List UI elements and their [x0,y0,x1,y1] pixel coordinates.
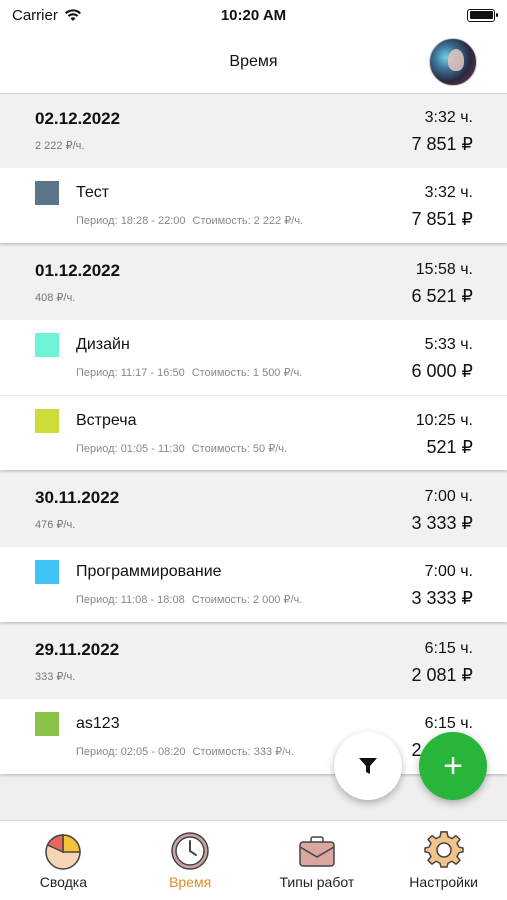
color-swatch [35,181,59,205]
entry-total: 521 ₽ [426,437,474,457]
entry-meta: Период: 11:08 - 18:08 Стоимость: 2 000 ₽/… [76,593,302,606]
entry-period: Период: 01:05 - 11:30 [76,443,185,455]
add-entry-button[interactable]: + [419,732,487,800]
entry-name: Программирование [76,563,222,580]
tab-summary[interactable]: Сводка [0,821,127,900]
entry-period: Период: 02:05 - 08:20 [76,746,186,758]
entry-hours: 3:32 ч. [424,184,473,201]
filter-button[interactable] [334,732,402,800]
entry-meta: Период: 18:28 - 22:00 Стоимость: 2 222 ₽/… [76,214,303,227]
page-title: Время [229,52,278,70]
day-date: 29.11.2022 [35,640,120,659]
plus-icon: + [443,746,463,785]
entry-total: 3 333 ₽ [411,588,474,608]
entry-meta: Период: 02:05 - 08:20 Стоимость: 333 ₽/ч. [76,745,294,758]
day-rate: 2 222 ₽/ч. [35,140,85,152]
entry-hours: 7:00 ч. [424,563,473,580]
time-entry[interactable]: Встреча Период: 01:05 - 11:30 Стоимость: 5… [0,395,507,470]
wifi-icon [64,9,81,21]
color-swatch [35,712,59,736]
time-entry[interactable]: Программирование Период: 11:08 - 18:08 Сто… [0,547,507,622]
day-date: 02.12.2022 [35,109,121,128]
clock-icon [171,832,209,870]
day-date: 01.12.2022 [35,261,121,280]
avatar[interactable] [429,38,477,86]
color-swatch [35,333,59,357]
tab-bar: Сводка Время Типы работ Настройки [0,820,507,900]
status-bar: Carrier 10:20 AM [0,0,507,30]
tab-label: Сводка [39,874,87,890]
color-swatch [35,560,59,584]
day-total: 2 081 ₽ [411,665,474,685]
status-left: Carrier [12,7,82,24]
entry-name: as123 [76,715,120,732]
entry-cost: Стоимость: 2 222 ₽/ч. [192,215,304,227]
entry-hours: 10:25 ч. [415,412,473,429]
day-hours: 6:15 ч. [424,640,473,657]
day-total: 3 333 ₽ [411,513,474,533]
color-swatch [35,409,59,433]
entry-hours: 6:15 ч. [424,715,473,732]
pie-chart-icon [45,834,82,870]
entry-meta: Период: 01:05 - 11:30 Стоимость: 50 ₽/ч. [76,442,287,455]
tab-label: Типы работ [279,874,355,890]
entry-meta: Период: 11:17 - 16:50 Стоимость: 1 500 ₽/… [76,366,302,379]
day-header: 02.12.2022 2 222 ₽/ч. 3:32 ч. 7 851 ₽ [0,95,507,168]
status-time: 10:20 AM [220,6,287,24]
day-rate: 333 ₽/ч. [35,671,76,683]
day-rate: 408 ₽/ч. [35,292,76,304]
entry-name: Встреча [76,412,137,429]
battery-icon [467,8,498,22]
entry-cost: Стоимость: 50 ₽/ч. [191,443,288,455]
tab-time[interactable]: Время [127,821,254,900]
entry-name: Дизайн [76,336,130,353]
entry-total: 6 000 ₽ [411,361,474,381]
day-header: 30.11.2022 476 ₽/ч. 7:00 ч. 3 333 ₽ [0,474,507,547]
carrier-label: Carrier [12,6,58,24]
day-header: 29.11.2022 333 ₽/ч. 6:15 ч. 2 081 ₽ [0,626,507,699]
time-entry[interactable]: Тест Период: 18:28 - 22:00 Стоимость: 2 22… [0,168,507,243]
day-hours: 7:00 ч. [424,488,473,505]
tab-settings[interactable]: Настройки [380,821,507,900]
entry-cost: Стоимость: 333 ₽/ч. [192,746,294,758]
entry-total: 7 851 ₽ [411,209,474,229]
time-entry[interactable]: Дизайн Период: 11:17 - 16:50 Стоимость: 1 … [0,320,507,395]
tab-label: Время [169,874,212,890]
day-total: 7 851 ₽ [411,134,474,154]
filter-icon [359,758,377,774]
briefcase-icon [299,836,335,867]
entry-name: Тест [76,184,110,201]
day-date: 30.11.2022 [35,488,120,507]
entry-period: Период: 11:08 - 18:08 [76,594,185,606]
day-hours: 3:32 ч. [424,109,473,126]
entry-period: Период: 18:28 - 22:00 [76,215,186,227]
tab-work-types[interactable]: Типы работ [254,821,381,900]
day-hours: 15:58 ч. [415,261,473,278]
day-total: 6 521 ₽ [411,286,474,306]
entry-hours: 5:33 ч. [424,336,473,353]
navigation-bar: Время [0,30,507,94]
tab-label: Настройки [409,874,478,890]
entry-cost: Стоимость: 2 000 ₽/ч. [191,594,303,606]
entry-cost: Стоимость: 1 500 ₽/ч. [191,367,303,379]
entry-period: Период: 11:17 - 16:50 [76,367,185,379]
day-header: 01.12.2022 408 ₽/ч. 15:58 ч. 6 521 ₽ [0,247,507,320]
time-entries-list[interactable]: 02.12.2022 2 222 ₽/ч. 3:32 ч. 7 851 ₽ Тест Пе… [0,95,507,778]
day-rate: 476 ₽/ч. [35,519,76,531]
gear-icon [423,831,464,868]
